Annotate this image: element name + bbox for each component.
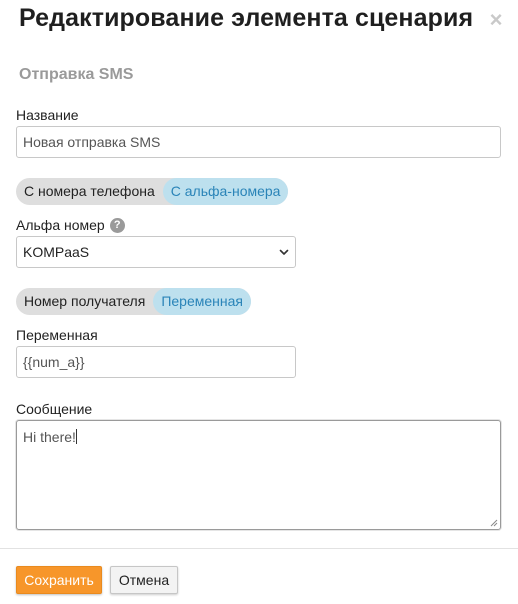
toggle-option-recipient-number[interactable]: Номер получателя xyxy=(16,288,153,315)
toggle-option-alpha-number[interactable]: С альфа-номера xyxy=(162,178,289,205)
toggle-option-variable[interactable]: Переменная xyxy=(153,288,251,315)
alpha-number-selected-value: KOMPaaS xyxy=(23,244,90,260)
help-icon[interactable]: ? xyxy=(109,217,125,233)
alpha-number-label: Альфа номер? xyxy=(16,217,125,234)
text-cursor xyxy=(75,429,77,444)
variable-input[interactable] xyxy=(16,346,296,378)
resize-grip-icon[interactable] xyxy=(490,519,498,527)
name-input[interactable] xyxy=(16,126,501,158)
save-button[interactable]: Сохранить xyxy=(16,566,102,594)
close-icon[interactable]: × xyxy=(486,9,506,31)
section-subtitle: Отправка SMS xyxy=(19,66,134,83)
message-label: Сообщение xyxy=(16,401,93,417)
variable-label: Переменная xyxy=(16,327,98,343)
dialog-title: Редактирование элемента сценария xyxy=(19,4,474,32)
message-text: Hi there! xyxy=(23,429,76,445)
sender-type-toggle: С номера телефона С альфа-номера xyxy=(16,178,289,205)
alpha-number-select[interactable]: KOMPaaS xyxy=(16,236,296,268)
alpha-number-label-text: Альфа номер xyxy=(16,217,105,233)
message-textarea[interactable]: Hi there! xyxy=(16,420,501,530)
cancel-button[interactable]: Отмена xyxy=(110,566,178,594)
edit-scenario-dialog: Редактирование элемента сценария × Отпра… xyxy=(0,0,518,604)
recipient-type-toggle: Номер получателя Переменная xyxy=(16,288,251,315)
footer-divider xyxy=(0,548,518,549)
toggle-option-phone-number[interactable]: С номера телефона xyxy=(16,178,163,205)
chevron-down-icon xyxy=(279,249,289,255)
name-label: Название xyxy=(16,107,79,123)
